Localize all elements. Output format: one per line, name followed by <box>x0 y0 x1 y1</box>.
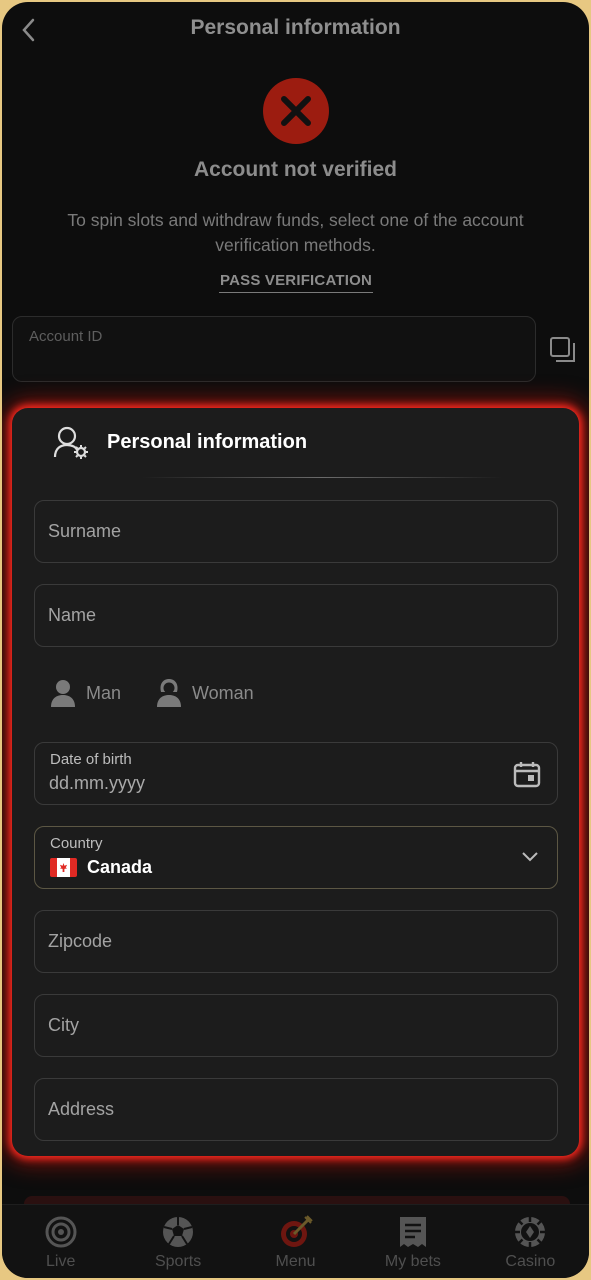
zipcode-placeholder: Zipcode <box>48 931 113 951</box>
tab-label: Live <box>46 1253 76 1270</box>
man-icon <box>51 680 75 707</box>
tab-casino[interactable]: Casino <box>472 1205 589 1278</box>
account-id-label: Account ID <box>29 328 103 345</box>
live-icon <box>45 1216 77 1248</box>
woman-label: Woman <box>192 682 254 703</box>
target-dart-icon <box>280 1215 313 1247</box>
country-select[interactable]: Country Canada <box>34 826 558 889</box>
tab-label: Sports <box>154 1253 202 1270</box>
pass-verification-link[interactable]: PASS VERIFICATION <box>219 272 373 293</box>
personal-info-card: Personal information Surname Name Man Wo… <box>12 408 579 1156</box>
woman-icon <box>157 679 181 707</box>
tab-live[interactable]: Live <box>2 1205 119 1278</box>
city-field[interactable]: City <box>34 994 558 1057</box>
soccer-ball-icon <box>163 1217 194 1247</box>
verification-status-title: Account not verified <box>193 158 398 181</box>
surname-field[interactable]: Surname <box>34 500 558 563</box>
app-screen: Personal information Account not verifie… <box>2 2 589 1278</box>
city-placeholder: City <box>48 1015 79 1035</box>
tab-label: Casino <box>505 1253 556 1270</box>
account-id-field: Account ID <box>12 316 536 382</box>
name-placeholder: Name <box>48 605 97 625</box>
date-of-birth-label: Date of birth <box>50 751 132 768</box>
gender-option-woman[interactable]: Woman <box>156 678 254 708</box>
error-status-icon <box>263 78 329 144</box>
card-title: Personal information <box>107 431 308 453</box>
canada-flag-icon <box>50 858 77 877</box>
calendar-icon[interactable] <box>513 760 541 788</box>
casino-chip-icon <box>515 1217 546 1247</box>
copy-button[interactable] <box>548 335 578 365</box>
bottom-tab-bar: Live Sports Menu My bets Casino <box>2 1204 589 1278</box>
address-field[interactable]: Address <box>34 1078 558 1141</box>
tab-my-bets[interactable]: My bets <box>354 1205 471 1278</box>
user-settings-icon <box>53 426 88 459</box>
receipt-icon <box>399 1217 426 1247</box>
date-of-birth-value: dd.mm.yyyy <box>49 773 146 793</box>
tab-label: Menu <box>275 1253 316 1270</box>
address-placeholder: Address <box>48 1099 115 1119</box>
top-bar: Personal information <box>2 2 589 58</box>
gender-option-man[interactable]: Man <box>50 678 121 708</box>
name-field[interactable]: Name <box>34 584 558 647</box>
man-label: Man <box>86 682 122 703</box>
date-of-birth-field[interactable]: Date of birth dd.mm.yyyy <box>34 742 558 805</box>
tab-label: My bets <box>384 1253 441 1270</box>
copy-icon <box>550 337 575 362</box>
country-value: Canada <box>87 857 153 877</box>
tab-menu[interactable]: Menu <box>237 1205 354 1278</box>
verification-message: To spin slots and withdraw funds, select… <box>67 210 524 255</box>
close-x-icon <box>281 96 311 126</box>
divider <box>142 477 502 478</box>
page-title: Personal information <box>190 16 401 39</box>
chevron-down-icon <box>522 852 538 862</box>
zipcode-field[interactable]: Zipcode <box>34 910 558 973</box>
surname-placeholder: Surname <box>48 521 122 541</box>
tab-sports[interactable]: Sports <box>119 1205 236 1278</box>
country-label: Country <box>50 835 103 852</box>
